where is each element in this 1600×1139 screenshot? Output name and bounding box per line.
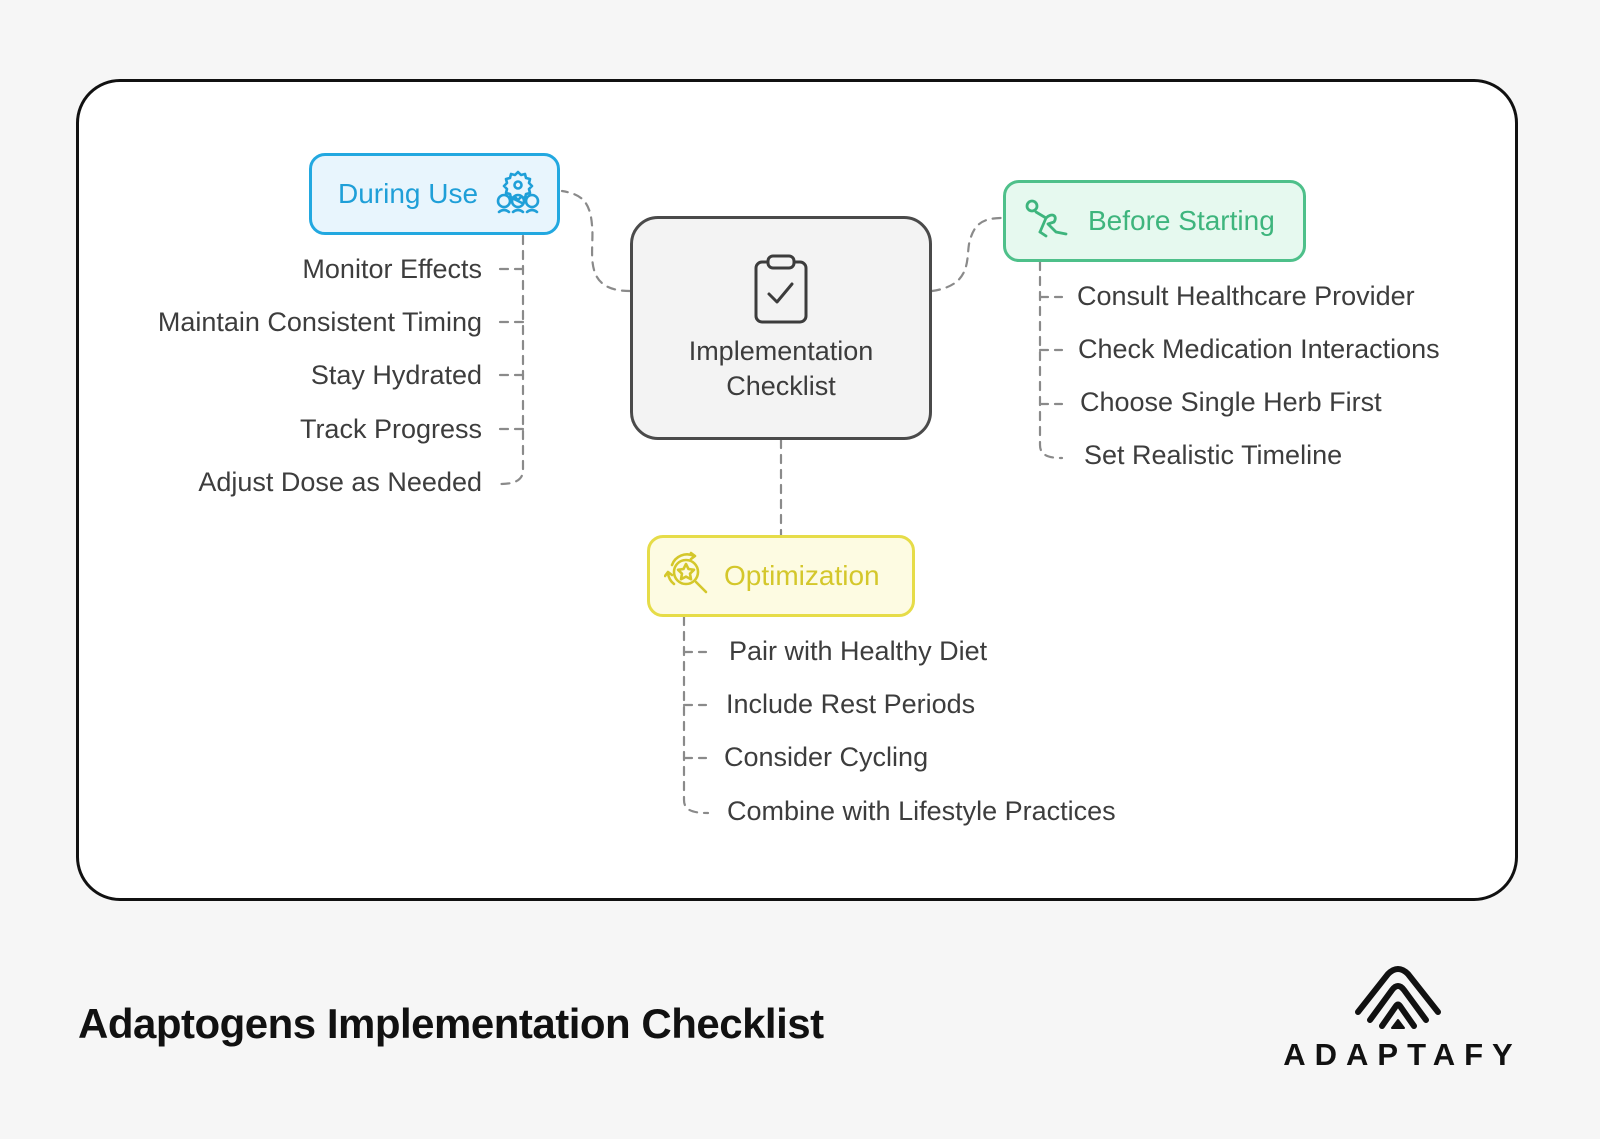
adaptafy-logo-icon — [1352, 962, 1444, 1035]
starting-runner-icon — [1024, 198, 1070, 245]
brand-name: ADAPTAFY — [1283, 1037, 1522, 1072]
optimization-item: Combine with Lifestyle Practices — [727, 796, 1116, 826]
before-starting-item: Check Medication Interactions — [1078, 334, 1440, 364]
during-use-item: Track Progress — [299, 414, 482, 444]
brand-logo: ADAPTAFY — [1270, 962, 1526, 1073]
page-title: Adaptogens Implementation Checklist — [78, 1000, 824, 1047]
before-starting-item: Choose Single Herb First — [1080, 387, 1382, 417]
before-starting-item: Set Realistic Timeline — [1084, 440, 1343, 470]
optimization-item: Pair with Healthy Diet — [729, 636, 988, 666]
center-node-label: Implementation Checklist — [688, 335, 874, 401]
branch-node-during-use[interactable]: During Use — [309, 153, 560, 235]
during-use-item: Monitor Effects — [302, 254, 482, 284]
center-node[interactable]: Implementation Checklist — [630, 216, 932, 440]
branch-node-optimization[interactable]: Optimization — [647, 535, 915, 617]
branch-label-before-starting: Before Starting — [1088, 205, 1275, 236]
branch-label-during-use: During Use — [338, 178, 479, 209]
optimization-item: Consider Cycling — [724, 742, 929, 772]
team-settings-icon — [494, 169, 542, 220]
during-use-item: Stay Hydrated — [310, 360, 482, 390]
star-search-cycle-icon — [663, 551, 712, 602]
during-use-item: Adjust Dose as Needed — [198, 467, 482, 497]
branch-node-before-starting[interactable]: Before Starting — [1003, 180, 1306, 262]
branch-label-optimization: Optimization — [724, 560, 880, 591]
before-starting-item: Consult Healthcare Provider — [1077, 281, 1415, 311]
clipboard-check-icon — [753, 253, 809, 330]
during-use-item: Maintain Consistent Timing — [157, 307, 482, 337]
optimization-item: Include Rest Periods — [726, 689, 976, 719]
